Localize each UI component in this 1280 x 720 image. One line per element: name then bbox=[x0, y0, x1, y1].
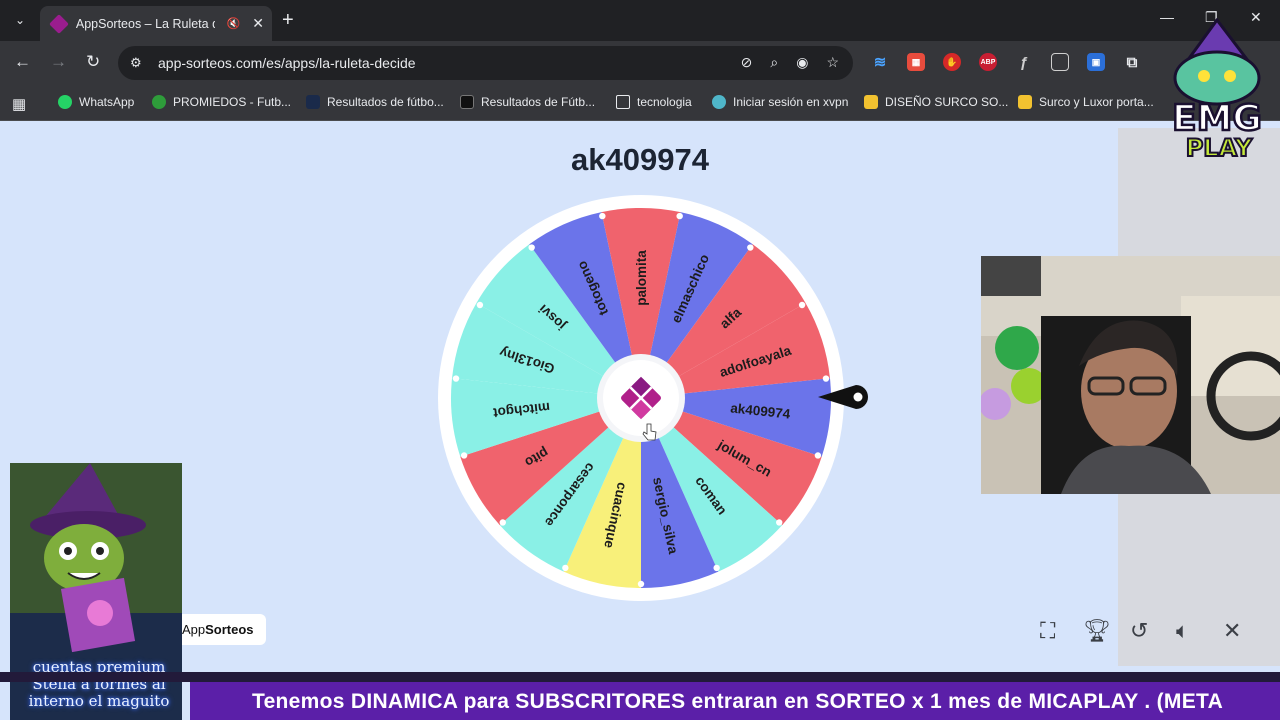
tab-muted-icon[interactable]: 🔇 bbox=[227, 17, 241, 30]
extensions-puzzle-icon[interactable]: ⧉ bbox=[1123, 53, 1141, 71]
whatsapp-icon bbox=[58, 95, 72, 109]
bookmark-folder-tecnologia[interactable]: tecnologia bbox=[616, 95, 692, 109]
site-info-icon[interactable]: ⚙ bbox=[130, 55, 154, 71]
bookmark-whatsapp[interactable]: WhatsApp bbox=[58, 95, 134, 109]
wheel-peg bbox=[476, 301, 484, 309]
bookmark-label: Resultados de fútbo... bbox=[327, 95, 444, 109]
tab-strip: ⌄ AppSorteos – La Ruleta de I 🔇 ✕ + — ❐ … bbox=[0, 0, 1280, 41]
wheel-peg bbox=[528, 244, 535, 251]
extension-stop-hand-icon[interactable]: ✋ bbox=[943, 53, 961, 71]
close-icon[interactable]: ✕ bbox=[1223, 618, 1241, 644]
hide-eye-icon[interactable]: ◉ bbox=[796, 54, 808, 71]
bookmark-diseno-surco[interactable]: DISEÑO SURCO SO... bbox=[864, 95, 1008, 109]
tab-active[interactable]: AppSorteos – La Ruleta de I 🔇 ✕ bbox=[40, 6, 272, 41]
bookmark-label: tecnologia bbox=[637, 95, 692, 109]
extension-adblock-icon[interactable]: ABP bbox=[979, 53, 997, 71]
bookmarks-bar: ▦ WhatsApp PROMIEDOS - Futb... Resultado… bbox=[0, 86, 1280, 121]
logo-emg-text: EMG bbox=[1172, 98, 1262, 139]
reset-icon[interactable]: ↺ bbox=[1130, 618, 1148, 644]
webcam-feed bbox=[981, 256, 1280, 494]
tab-search-chevron-icon[interactable]: ⌄ bbox=[8, 8, 32, 32]
webcam-overlay bbox=[981, 256, 1280, 494]
zoom-icon[interactable]: ⌕ bbox=[770, 54, 778, 71]
wheel-peg bbox=[562, 564, 569, 572]
appsorteos-badge[interactable]: App Sorteos bbox=[176, 614, 266, 645]
logo-play-text: PLAY bbox=[1186, 134, 1253, 162]
slides-icon bbox=[864, 95, 878, 109]
ticker-shadow bbox=[0, 672, 1280, 682]
xvpn-icon bbox=[712, 95, 726, 109]
extension-screen-icon[interactable]: ▣ bbox=[1087, 53, 1105, 71]
wheel-peg bbox=[822, 375, 830, 382]
ticker-text: Tenemos DINAMICA para SUBSCRITORES entra… bbox=[252, 690, 1224, 713]
bookmark-label: DISEÑO SURCO SO... bbox=[885, 95, 1009, 109]
extension-feather-icon[interactable]: ƒ bbox=[1015, 53, 1033, 71]
wheel-peg bbox=[814, 452, 822, 459]
bookmark-surco-luxor[interactable]: Surco y Luxor porta... bbox=[1018, 95, 1154, 109]
wheel-peg bbox=[676, 212, 683, 220]
folder-icon bbox=[616, 95, 630, 109]
fullscreen-icon[interactable]: ⛶ bbox=[1040, 618, 1055, 644]
resultados-icon bbox=[306, 95, 320, 109]
url-text: app-sorteos.com/es/apps/la-ruleta-decide bbox=[158, 55, 416, 71]
wheel-peg bbox=[747, 244, 754, 251]
browser-toolbar: ← → ↻ ⚙ app-sorteos.com/es/apps/la-rulet… bbox=[0, 41, 1280, 86]
bookmark-resultados-2[interactable]: Resultados de Fútb... bbox=[460, 95, 595, 109]
resultados-icon bbox=[460, 95, 474, 109]
extension-wifi-icon[interactable]: ≋ bbox=[871, 53, 889, 71]
wheel-pointer bbox=[818, 385, 868, 409]
wheel-peg bbox=[452, 375, 460, 382]
wheel-peg bbox=[713, 564, 720, 572]
wheel-peg bbox=[637, 580, 645, 588]
bookmark-star-icon[interactable]: ☆ bbox=[826, 54, 839, 71]
bookmark-label: Resultados de Fútb... bbox=[481, 95, 596, 109]
wheel-peg bbox=[776, 519, 783, 526]
bookmark-xvpn[interactable]: Iniciar sesión en xvpn bbox=[712, 95, 848, 109]
appsorteos-favicon-icon bbox=[49, 13, 69, 34]
badge-name-text: Sorteos bbox=[205, 622, 254, 637]
new-tab-plus-icon[interactable]: + bbox=[282, 8, 294, 32]
wheel-segment-label: palomita bbox=[634, 250, 649, 306]
bookmark-label: Iniciar sesión en xvpn bbox=[733, 95, 849, 109]
wheel-peg bbox=[599, 212, 606, 220]
winner-title: ak409974 bbox=[571, 142, 709, 177]
bookmark-label: PROMIEDOS - Futb... bbox=[173, 95, 292, 109]
promiedos-icon bbox=[152, 95, 166, 109]
forward-arrow-icon[interactable]: → bbox=[50, 52, 67, 72]
wheel-graphic: ak409974jolum_cncomansergio_silvacuacinq… bbox=[438, 195, 844, 601]
volume-icon[interactable]: 🔈︎ bbox=[1176, 618, 1189, 644]
reload-icon[interactable]: ↻ bbox=[86, 52, 100, 72]
wheel-peg bbox=[499, 519, 506, 526]
badge-app-text: App bbox=[182, 622, 206, 637]
bookmark-label: WhatsApp bbox=[79, 95, 135, 109]
tracking-off-icon[interactable]: ⊘ bbox=[741, 54, 753, 71]
slides-icon bbox=[1018, 95, 1032, 109]
tab-title: AppSorteos – La Ruleta de I bbox=[75, 16, 215, 31]
wheel-peg bbox=[460, 452, 468, 459]
emg-play-logo: EMG PLAY bbox=[1171, 18, 1263, 163]
wheel-peg bbox=[798, 301, 806, 309]
promo-text: cuentas premium Stella a formes al inter… bbox=[28, 658, 170, 710]
bookmark-promiedos[interactable]: PROMIEDOS - Futb... bbox=[152, 95, 291, 109]
back-arrow-icon[interactable]: ← bbox=[14, 52, 31, 72]
trophy-icon[interactable]: 🏆︎ bbox=[1083, 618, 1111, 644]
prize-wheel[interactable]: ak409974 jolum_cn coman sergio_silva cuacinq… bbox=[437, 194, 845, 602]
address-bar[interactable]: ⚙ app-sorteos.com/es/apps/la-ruleta-deci… bbox=[118, 46, 853, 80]
extension-flag-icon[interactable]: ▦ bbox=[907, 53, 925, 71]
extension-pip-icon[interactable] bbox=[1051, 53, 1069, 71]
tab-close-icon[interactable]: ✕ bbox=[252, 15, 264, 32]
bookmark-label: Surco y Luxor porta... bbox=[1039, 95, 1154, 109]
news-ticker: Tenemos DINAMICA para SUBSCRITORES entra… bbox=[190, 682, 1280, 720]
apps-grid-icon[interactable]: ▦ bbox=[12, 95, 26, 113]
bookmark-resultados-1[interactable]: Resultados de fútbo... bbox=[306, 95, 444, 109]
